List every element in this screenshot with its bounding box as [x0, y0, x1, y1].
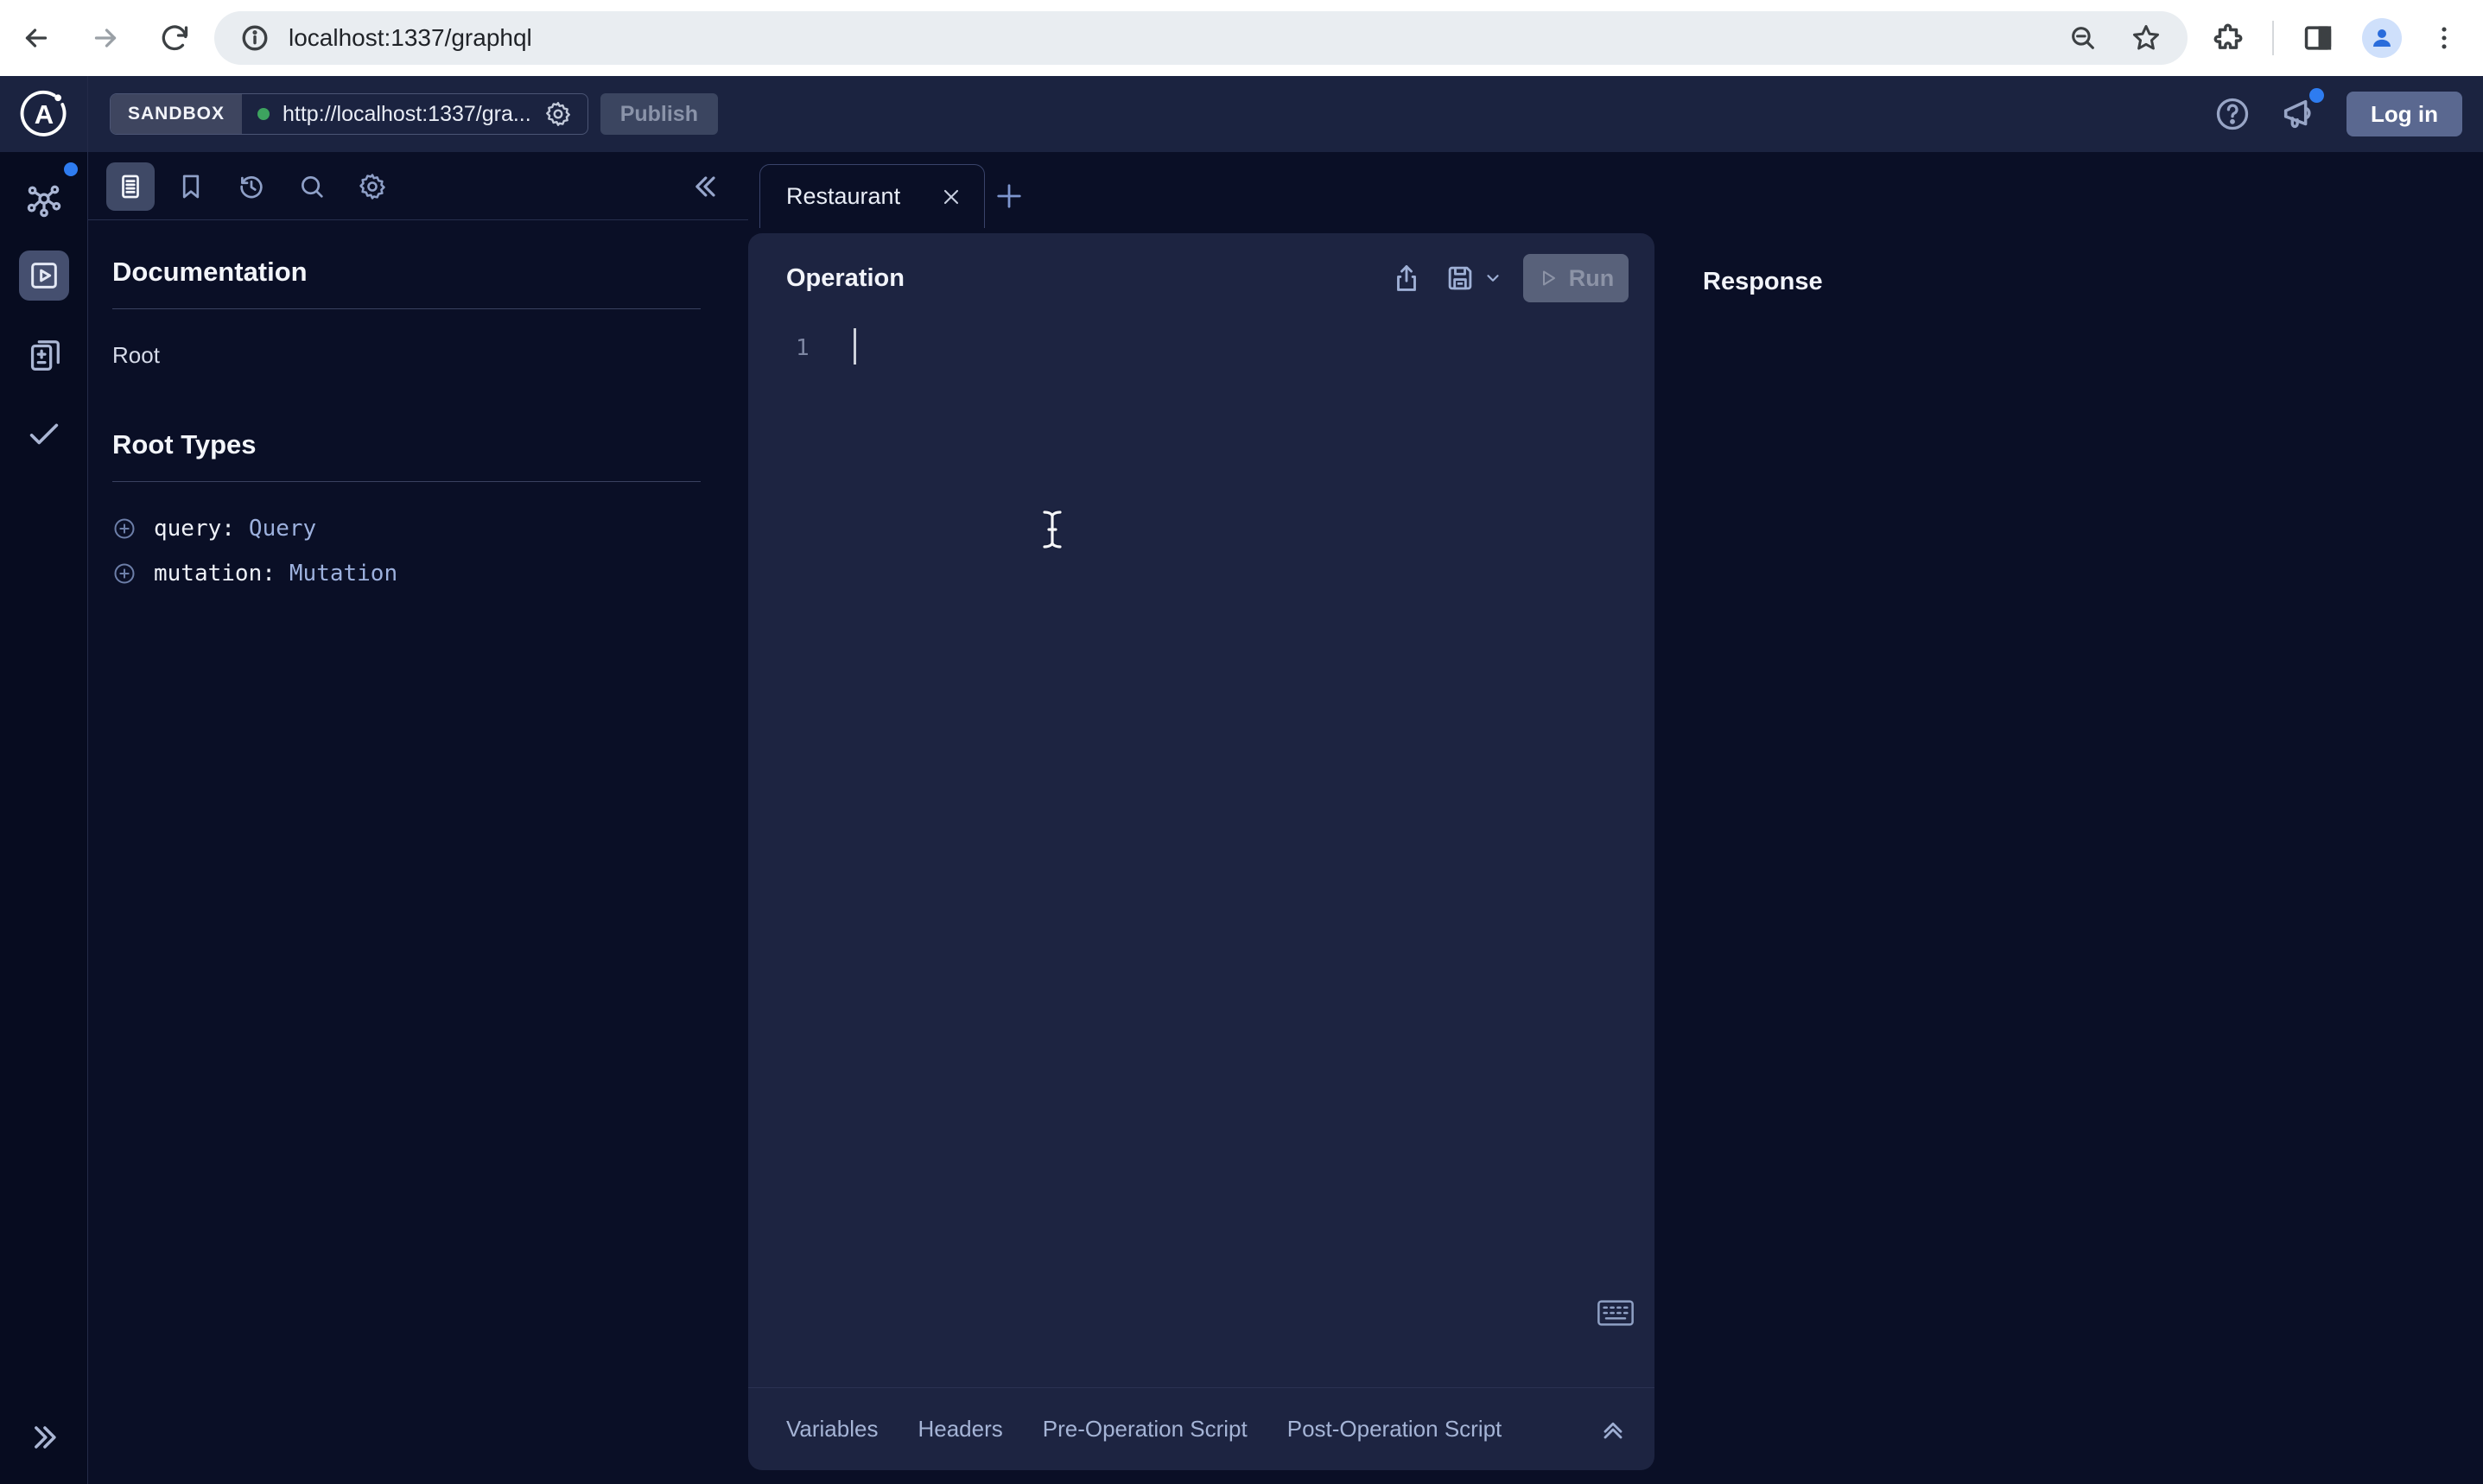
docs-toolbar	[87, 152, 748, 219]
keyboard-shortcuts-icon[interactable]	[1597, 1297, 1635, 1329]
notification-dot	[2309, 88, 2324, 103]
new-tab-icon[interactable]	[991, 178, 1027, 214]
response-panel: Response	[1655, 152, 2483, 1484]
checklist-icon[interactable]	[0, 413, 87, 453]
operation-dock: Variables Headers Pre-Operation Script P…	[748, 1387, 1654, 1470]
save-group[interactable]	[1444, 262, 1502, 295]
apollo-logo[interactable]: A	[17, 87, 71, 141]
endpoint-url-text[interactable]: http://localhost:1337/gra...	[283, 102, 531, 127]
dock-tab-variables[interactable]: Variables	[786, 1416, 878, 1443]
help-icon[interactable]	[2213, 95, 2251, 133]
run-button[interactable]: Run	[1523, 254, 1629, 302]
history-icon[interactable]	[227, 162, 276, 211]
save-icon[interactable]	[1444, 262, 1476, 295]
site-info-icon[interactable]	[240, 23, 270, 53]
rail-divider	[87, 76, 88, 1484]
forward-icon[interactable]	[90, 22, 121, 54]
docs-root-link[interactable]: Root	[112, 342, 723, 369]
address-bar[interactable]: localhost:1337/graphql	[214, 11, 2188, 65]
endpoint-group: SANDBOX http://localhost:1337/gra...	[110, 93, 588, 135]
dock-tab-post-operation-script[interactable]: Post-Operation Script	[1287, 1416, 1502, 1443]
docs-title: Documentation	[112, 257, 723, 288]
operation-title: Operation	[786, 264, 905, 293]
zoom-page-icon[interactable]	[2068, 23, 2098, 53]
url-text[interactable]: localhost:1337/graphql	[289, 24, 2068, 52]
profile-avatar[interactable]	[2362, 18, 2402, 58]
connection-status-dot	[257, 108, 270, 120]
explorer-icon	[19, 251, 69, 301]
bookmark-star-icon[interactable]	[2131, 22, 2162, 54]
extensions-icon[interactable]	[2212, 22, 2245, 54]
svg-text:A: A	[34, 99, 53, 130]
publish-button[interactable]: Publish	[600, 93, 718, 135]
root-type-name[interactable]: Query	[249, 516, 316, 542]
run-label: Run	[1569, 265, 1614, 292]
schema-notification-dot	[64, 162, 78, 176]
save-menu-chevron-icon[interactable]	[1483, 269, 1502, 288]
tab-restaurant[interactable]: Restaurant	[759, 164, 985, 228]
sandbox-badge: SANDBOX	[111, 94, 242, 134]
documentation-tab-icon[interactable]	[106, 162, 155, 211]
back-icon[interactable]	[21, 22, 52, 54]
search-icon[interactable]	[288, 162, 336, 211]
root-types-title: Root Types	[112, 429, 723, 460]
root-type-row-mutation[interactable]: mutation: Mutation	[112, 551, 723, 596]
toolbar-divider	[2272, 21, 2274, 55]
dock-tab-pre-operation-script[interactable]: Pre-Operation Script	[1043, 1416, 1248, 1443]
tab-label: Restaurant	[786, 183, 900, 210]
changelog-icon[interactable]	[0, 336, 87, 376]
text-cursor	[1041, 510, 1064, 549]
collapse-dock-icon[interactable]	[1597, 1414, 1629, 1445]
announcements-icon[interactable]	[2279, 94, 2319, 134]
bookmarks-icon[interactable]	[167, 162, 215, 211]
divider	[112, 308, 701, 309]
docs-toolbar-divider	[87, 219, 748, 220]
browser-chrome: localhost:1337/graphql	[0, 0, 2483, 76]
text-caret	[854, 328, 856, 365]
operation-panel: Operation	[748, 233, 1654, 1470]
explorer-nav-item[interactable]	[0, 251, 87, 301]
endpoint-url-field[interactable]: http://localhost:1337/gra...	[242, 94, 587, 134]
collapse-panel-icon[interactable]	[688, 169, 722, 204]
browser-menu-icon[interactable]	[2429, 23, 2459, 53]
endpoint-settings-icon[interactable]	[544, 100, 572, 128]
close-tab-icon[interactable]	[939, 185, 963, 209]
root-type-row-query[interactable]: query: Query	[112, 506, 723, 551]
divider	[112, 481, 701, 482]
root-type-field[interactable]: mutation:	[154, 561, 276, 587]
response-title: Response	[1703, 268, 1823, 296]
left-rail	[0, 152, 87, 1484]
line-number: 1	[796, 335, 810, 361]
root-type-field[interactable]: query:	[154, 516, 235, 542]
reload-icon[interactable]	[159, 22, 190, 54]
side-panel-icon[interactable]	[2302, 22, 2334, 54]
root-type-name[interactable]: Mutation	[289, 561, 397, 587]
dock-tab-headers[interactable]: Headers	[918, 1416, 1002, 1443]
share-icon[interactable]	[1390, 262, 1423, 295]
screen: localhost:1337/graphql	[0, 0, 2483, 1484]
settings-icon[interactable]	[348, 162, 397, 211]
plus-circle-icon[interactable]	[112, 517, 137, 541]
expand-sidebar-icon[interactable]	[0, 1418, 87, 1456]
plus-circle-icon[interactable]	[112, 561, 137, 586]
documentation-panel: Documentation Root Root Types query: Que…	[87, 152, 748, 1484]
login-button[interactable]: Log in	[2346, 92, 2462, 136]
run-play-icon	[1538, 268, 1559, 289]
app-header: A SANDBOX http://localhost:1337/gra... P…	[0, 76, 2483, 152]
schema-graph-icon[interactable]	[0, 181, 87, 220]
operation-area: Restaurant Operation	[748, 152, 1655, 1484]
